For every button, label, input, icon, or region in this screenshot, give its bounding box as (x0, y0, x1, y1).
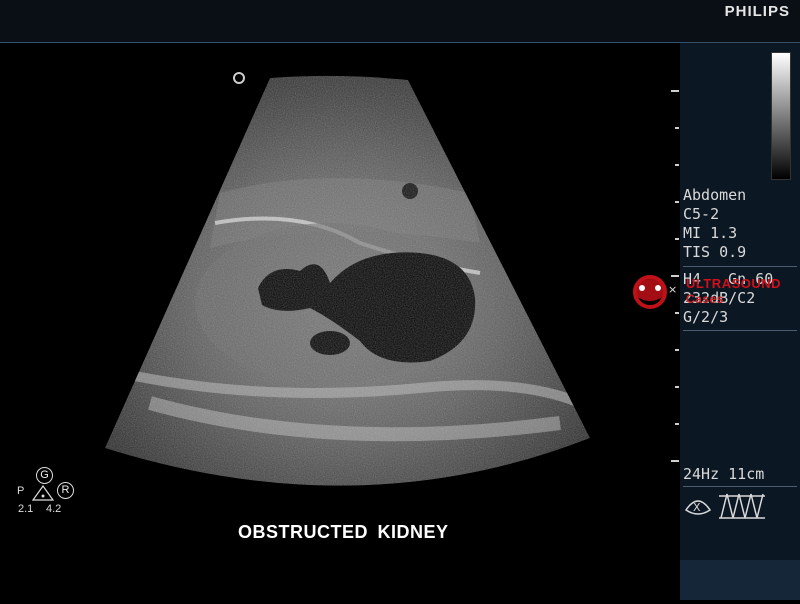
r-indicator: R (57, 482, 74, 499)
image-caption: OBSTRUCTED KIDNEY (238, 522, 449, 542)
transducer-label: C5-2 (683, 205, 720, 223)
watermark-text: ULTRASOUND (686, 276, 782, 291)
brand-logo: PHILIPS (724, 3, 790, 20)
ultrasound-sector-image (105, 75, 590, 486)
freq-high-label: 4.2 (46, 503, 62, 515)
freq-low-label: 2.1 (18, 503, 34, 515)
panel-bottom-strip (680, 560, 800, 600)
watermark-logo-icon (633, 275, 667, 309)
svg-text:X: X (693, 501, 701, 514)
info-divider (683, 266, 797, 267)
array-elements-icon (719, 493, 765, 519)
ultrasound-image-area[interactable] (0, 43, 680, 600)
probe-icons: X (684, 493, 765, 519)
mi-label: MI 1.3 (683, 224, 738, 242)
probe-orientation-icon: X (684, 500, 712, 515)
info-divider (683, 330, 797, 331)
p-indicator: P (17, 485, 25, 497)
triangle-icon (32, 485, 54, 501)
grayscale-bar (771, 52, 791, 180)
g-indicator: G (36, 467, 53, 484)
top-bar: PHILIPS (0, 0, 800, 43)
info-divider (683, 486, 797, 487)
tis-label: TIS 0.9 (683, 243, 747, 261)
preset-label: Abdomen (683, 186, 747, 204)
watermark-subtext: Cases (686, 292, 724, 306)
watermark: ULTRASOUND Cases (628, 270, 798, 312)
focus-marker-icon (233, 72, 245, 84)
pgr-indicator: G P R 2.1 4.2 (15, 465, 85, 520)
frame-rate-depth-label: 24Hz 11cm (683, 465, 765, 483)
